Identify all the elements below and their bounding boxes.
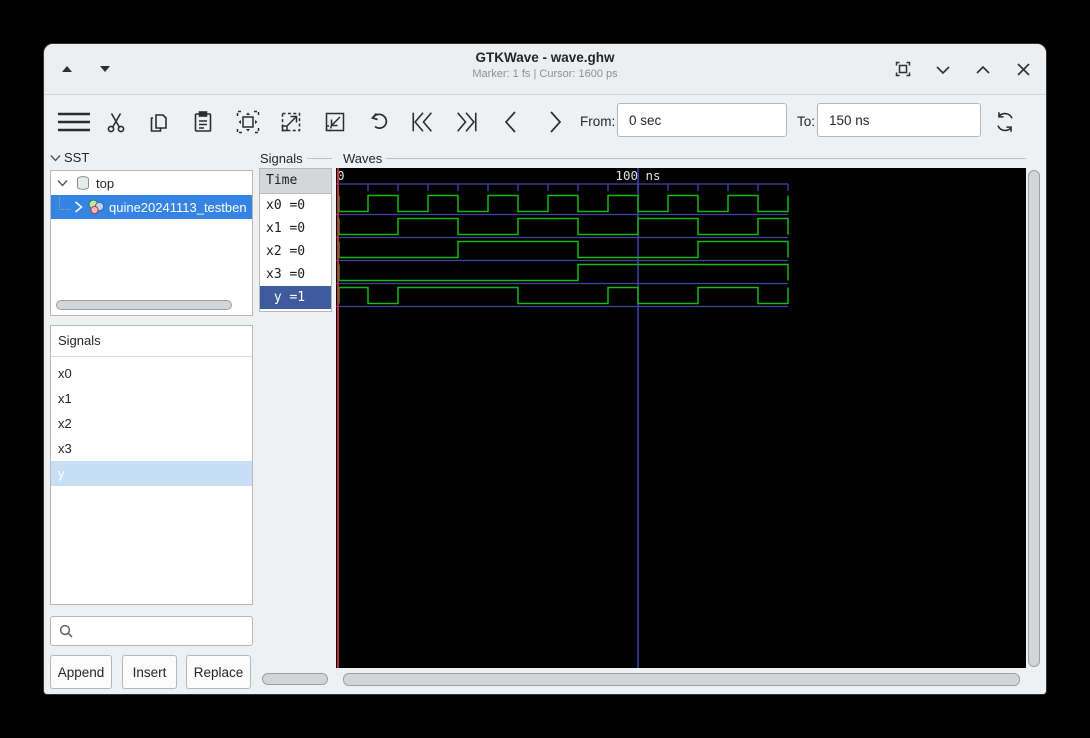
tree-item-label: quine20241113_testben [109, 199, 247, 215]
paste-icon[interactable] [190, 109, 216, 135]
close-icon[interactable] [1014, 60, 1032, 78]
database-icon [77, 176, 89, 190]
sst-hscrollbar[interactable] [56, 300, 232, 310]
wave-trace-x0 [338, 194, 789, 213]
signal-name-y[interactable]: y =1 [260, 286, 331, 309]
from-input[interactable] [617, 103, 787, 137]
list-item-x1[interactable]: x1 [51, 386, 252, 411]
expander-right-icon[interactable] [74, 201, 83, 213]
shift-left-icon[interactable] [498, 109, 524, 135]
signal-name-x3[interactable]: x3 =0 [260, 263, 331, 286]
waves-hscrollbar[interactable] [343, 673, 1020, 686]
zoom-undo-icon[interactable] [366, 109, 392, 135]
list-item-x2[interactable]: x2 [51, 411, 252, 436]
list-item-x3[interactable]: x3 [51, 436, 252, 461]
list-item-x0[interactable]: x0 [51, 361, 252, 386]
gtkwave-window: GTKWave - wave.ghw Marker: 1 fs | Cursor… [44, 44, 1046, 694]
wave-trace-x1 [338, 217, 789, 236]
tree-item-label: top [96, 175, 115, 191]
signal-name-x1[interactable]: x1 =0 [260, 217, 331, 240]
signals-frame-label: Signals [260, 151, 332, 166]
wave-trace-y [338, 286, 789, 305]
signal-names-panel: Time x0 =0 x1 =0 x2 =0 x3 =0 y =1 [259, 168, 332, 312]
shift-right-icon[interactable] [542, 109, 568, 135]
tree-connector [59, 196, 70, 210]
signal-name-x2[interactable]: x2 =0 [260, 240, 331, 263]
zoom-out-icon[interactable] [322, 109, 348, 135]
zoom-in-icon[interactable] [278, 109, 304, 135]
copy-icon[interactable] [146, 109, 172, 135]
insert-button[interactable]: Insert [122, 655, 177, 689]
sst-expander-icon[interactable] [50, 154, 61, 162]
to-input[interactable] [817, 103, 981, 137]
waves-frame-label: Waves [343, 151, 1026, 166]
titlebar[interactable]: GTKWave - wave.ghw Marker: 1 fs | Cursor… [44, 44, 1046, 95]
to-label: To: [797, 114, 816, 129]
module-bubbles-icon [88, 199, 105, 215]
time-header[interactable]: Time [260, 169, 331, 194]
from-label: From: [580, 114, 616, 129]
tree-item-top[interactable]: top [51, 171, 252, 195]
list-item-y[interactable]: y [51, 461, 252, 486]
replace-button[interactable]: Replace [186, 655, 251, 689]
signal-list-header: Signals [51, 326, 252, 357]
signal-name-x0[interactable]: x0 =0 [260, 194, 331, 217]
tree-item-quine-testbench[interactable]: quine20241113_testben [51, 195, 252, 219]
search-input[interactable] [50, 616, 253, 646]
zoom-to-end-icon[interactable] [453, 109, 479, 135]
wave-canvas[interactable]: 0 100 ns [336, 168, 1026, 668]
expander-down-icon[interactable] [57, 179, 68, 187]
minimize-icon[interactable] [934, 60, 952, 78]
zoom-fit-icon[interactable] [235, 109, 261, 135]
waves-vscrollbar[interactable] [1028, 170, 1040, 667]
cut-icon[interactable] [103, 109, 129, 135]
wave-trace-x3 [338, 263, 789, 282]
search-icon [59, 624, 73, 638]
wave-trace-x2 [338, 240, 789, 259]
fullscreen-icon[interactable] [894, 60, 912, 78]
reload-icon[interactable] [992, 109, 1018, 135]
append-button[interactable]: Append [50, 655, 112, 689]
signal-list: Signals x0 x1 x2 x3 y [50, 325, 253, 605]
sst-tree: top quine20241113_testben [50, 170, 253, 316]
names-hscrollbar[interactable] [262, 673, 328, 685]
maximize-icon[interactable] [974, 60, 992, 78]
sst-frame-label: SST [50, 150, 250, 165]
menu-icon[interactable] [56, 109, 92, 135]
zoom-to-start-icon[interactable] [410, 109, 436, 135]
